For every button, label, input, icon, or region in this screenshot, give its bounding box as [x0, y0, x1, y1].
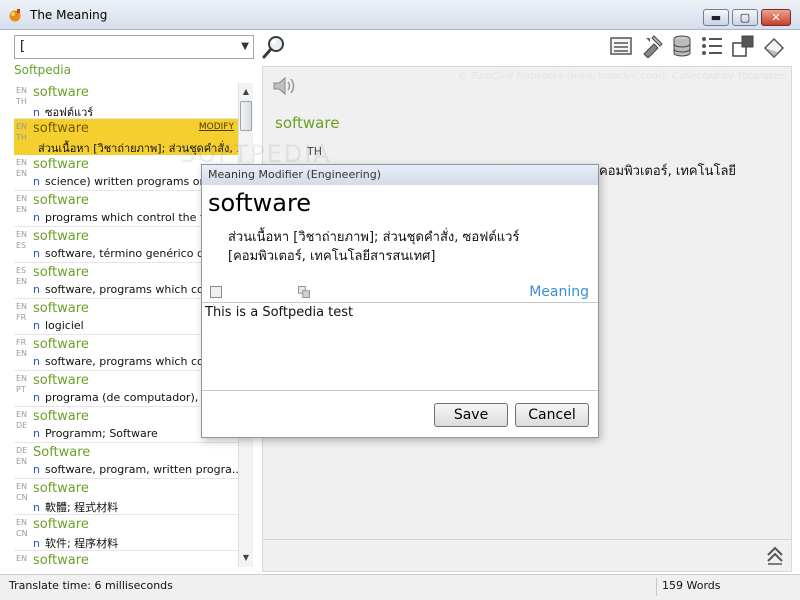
search-input[interactable]: [ [20, 39, 25, 54]
copy-icon[interactable] [298, 286, 310, 298]
tools-icon[interactable] [640, 34, 664, 58]
scrollbar-thumb[interactable] [240, 101, 252, 131]
part-of-speech: n [33, 355, 40, 368]
minimize-button[interactable]: ▬ [703, 9, 729, 26]
language-pair: EN PT [16, 374, 28, 394]
language-pair: EN TH [16, 86, 28, 106]
status-bar: Translate time: 6 milliseconds 159 Words [0, 574, 800, 600]
list-view-icon[interactable] [609, 34, 633, 58]
meaning-modifier-dialog: Meaning Modifier (Engineering) software … [201, 164, 599, 438]
part-of-speech: n [33, 283, 40, 296]
search-icon[interactable] [261, 34, 287, 60]
speaker-icon[interactable] [271, 75, 297, 97]
language-pair: EN FR [16, 302, 28, 322]
entry-word: software [33, 409, 89, 424]
save-button[interactable]: Save [434, 403, 508, 427]
note-textarea[interactable]: This is a Softpedia test [205, 305, 353, 320]
part-of-speech: n [33, 211, 40, 224]
part-of-speech: n [33, 391, 40, 404]
language-pair: EN CN [16, 482, 28, 502]
bullet-list-icon[interactable] [700, 34, 724, 58]
entry-meaning: n 软件; 程序材料 [33, 537, 119, 550]
panel-divider [263, 539, 791, 540]
entry-meaning: n 軟體; 程式材料 [33, 501, 119, 514]
eraser-icon[interactable] [762, 34, 786, 58]
part-of-speech: n [33, 106, 40, 119]
entry-meaning: n software, program, written progra... [33, 463, 238, 476]
dialog-divider [202, 390, 598, 391]
scroll-down-icon[interactable]: ▼ [239, 551, 253, 565]
detail-definition: คอมพิวเตอร์, เทคโนโลยี [599, 164, 737, 179]
language-pair: FR EN [16, 338, 28, 358]
list-item[interactable]: EN CN software n 软件; 程序材料 [14, 515, 238, 551]
part-of-speech: n [33, 463, 40, 476]
entry-word: software [33, 85, 89, 100]
list-item[interactable]: EN TH software n ซอฟต์แวร์ [14, 83, 238, 119]
credit-text: © TumCivil Networks (www.tumcivil.com). … [457, 71, 785, 82]
window-title: The Meaning [30, 8, 108, 22]
search-combobox[interactable]: [ ▼ [14, 35, 254, 59]
entry-word: software [33, 157, 89, 172]
entry-word: software [33, 265, 89, 280]
part-of-speech: n [33, 319, 40, 332]
part-of-speech: n [33, 537, 40, 550]
list-item[interactable]: EN software [14, 551, 238, 567]
dialog-meaning: ส่วนเนื้อหา [วิชาถ่ายภาพ]; ส่วนชุดคำสั่ง… [228, 230, 520, 264]
app-icon [9, 9, 21, 22]
language-pair: EN [16, 554, 28, 563]
part-of-speech: n [33, 427, 40, 440]
scroll-up-icon[interactable]: ▲ [239, 85, 253, 99]
window-icon[interactable] [731, 34, 755, 58]
language-pair: EN EN [16, 194, 28, 214]
scroll-top-icon[interactable] [765, 545, 785, 565]
close-button[interactable]: ✕ [761, 9, 791, 26]
entry-word: software [33, 229, 89, 244]
word-count: 159 Words [662, 579, 721, 592]
part-of-speech: n [33, 247, 40, 260]
entry-word: software [33, 121, 89, 136]
detail-headword: software [275, 114, 340, 132]
entry-word: software [33, 373, 89, 388]
entry-word: software [33, 481, 89, 496]
dialog-title: Meaning Modifier (Engineering) [208, 168, 382, 181]
language-pair: EN ES [16, 230, 28, 250]
database-icon[interactable] [670, 34, 694, 58]
title-bar: The Meaning ▬ ▢ ✕ [0, 0, 800, 30]
language-pair: EN TH [16, 122, 28, 142]
modify-link[interactable]: MODIFY [199, 122, 234, 132]
cancel-button[interactable]: Cancel [515, 403, 589, 427]
dialog-word: software [208, 189, 312, 217]
dialog-title-bar[interactable]: Meaning Modifier (Engineering) [202, 165, 598, 185]
source-link[interactable]: Softpedia [14, 63, 71, 77]
chevron-down-icon[interactable]: ▼ [241, 41, 249, 52]
entry-word: software [33, 301, 89, 316]
language-pair: DE EN [16, 446, 28, 466]
entry-word: Software [33, 445, 91, 460]
part-of-speech: n [33, 501, 40, 514]
list-item[interactable]: EN CN software n 軟體; 程式材料 [14, 479, 238, 515]
maximize-button[interactable]: ▢ [732, 9, 758, 26]
language-pair: EN DE [16, 410, 28, 430]
part-of-speech: n [33, 175, 40, 188]
entry-word: software [33, 193, 89, 208]
entry-word: software [33, 553, 89, 567]
list-item[interactable]: DE EN Software n software, program, written … [14, 443, 238, 479]
language-pair: ES EN [16, 266, 28, 286]
meaning-link[interactable]: Meaning [529, 284, 589, 300]
language-pair: EN CN [16, 518, 28, 538]
translate-time: Translate time: 6 milliseconds [9, 579, 173, 592]
status-separator [656, 578, 657, 596]
checkbox-icon[interactable] [210, 286, 222, 298]
entry-word: software [33, 337, 89, 352]
language-pair: EN EN [16, 158, 28, 178]
entry-word: software [33, 517, 89, 532]
dialog-divider [202, 302, 598, 303]
